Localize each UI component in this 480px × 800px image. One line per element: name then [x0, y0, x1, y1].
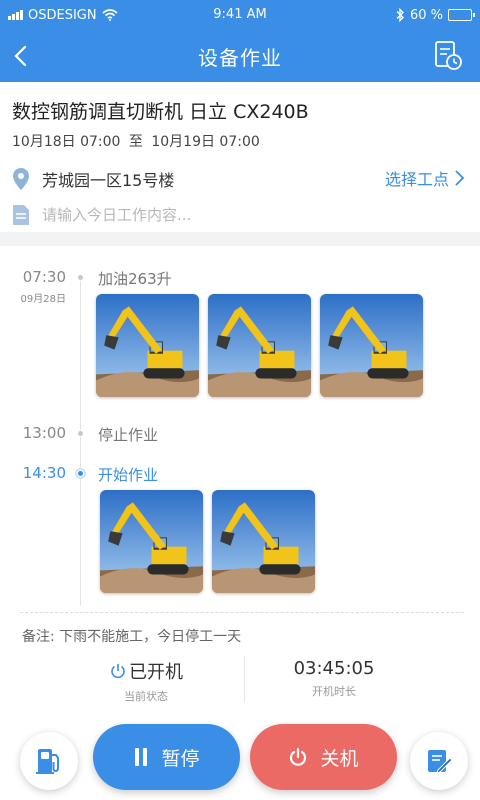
- timeline-dot-active: [77, 470, 84, 477]
- run-duration: 03:45:05 开机时长: [234, 658, 434, 699]
- range-separator: 至: [128, 134, 143, 150]
- pause-icon: [135, 748, 148, 766]
- timeline-line: [80, 276, 81, 606]
- work-content-input[interactable]: [42, 206, 442, 224]
- wifi-icon: [102, 9, 118, 21]
- entry-time: 13:00: [22, 424, 66, 442]
- current-state-value-row: 已开机: [46, 658, 246, 684]
- entry-text: 加油263升: [98, 270, 172, 288]
- entry-text: 停止作业: [98, 426, 159, 444]
- remark-divider: [20, 612, 464, 613]
- photo-row: [100, 490, 315, 593]
- timeline-dot: [77, 430, 84, 437]
- edit-note-button[interactable]: [410, 732, 468, 790]
- edit-note-icon: [428, 750, 453, 774]
- photo-row: [96, 294, 423, 397]
- section-divider: [0, 232, 480, 246]
- start-time: 10月18日 07:00: [12, 134, 121, 150]
- photo-thumbnail[interactable]: [212, 490, 315, 593]
- back-button[interactable]: [4, 40, 36, 72]
- document-icon: [13, 205, 29, 225]
- entry-time: 14:30: [22, 464, 66, 482]
- page-title: 设备作业: [198, 45, 282, 70]
- photo-thumbnail[interactable]: [96, 294, 199, 397]
- run-duration-label: 开机时长: [312, 685, 356, 698]
- status-left: OSDESIGN: [8, 8, 118, 23]
- work-time-range: 10月18日 07:00 至 10月19日 07:00: [12, 131, 260, 151]
- action-bar: 暂停 关机: [0, 712, 480, 800]
- carrier-label: OSDESIGN: [28, 7, 97, 23]
- current-state: 已开机 当前状态: [46, 658, 246, 704]
- pause-button[interactable]: 暂停: [93, 724, 240, 790]
- select-work-point-label: 选择工点: [384, 170, 449, 189]
- status-time: 9:41 AM: [213, 7, 267, 22]
- entry-text: 开始作业: [98, 466, 159, 484]
- nav-bar: 设备作业: [0, 30, 480, 82]
- status-right: 60 %: [395, 7, 475, 23]
- equipment-name: 数控钢筋调直切断机 日立 CX240B: [12, 101, 309, 123]
- current-state-label: 当前状态: [124, 690, 168, 703]
- machine-status: 已开机 当前状态 03:45:05 开机时长: [0, 652, 480, 708]
- photo-thumbnail[interactable]: [100, 490, 203, 593]
- photo-thumbnail[interactable]: [320, 294, 423, 397]
- power-icon: [290, 747, 307, 766]
- battery-percent: 60 %: [409, 7, 443, 23]
- shutdown-label: 关机: [320, 747, 359, 770]
- entry-date: 09月28日: [20, 294, 66, 305]
- battery-icon: [448, 9, 475, 21]
- select-work-point-button[interactable]: 选择工点: [385, 166, 464, 190]
- shutdown-button[interactable]: 关机: [250, 724, 397, 790]
- end-time: 10月19日 07:00: [151, 134, 260, 150]
- signal-bars-icon: [8, 10, 23, 20]
- note-row: [12, 202, 468, 228]
- document-clock-icon: [435, 41, 462, 70]
- fuel-button[interactable]: [20, 732, 78, 790]
- app-header: OSDESIGN 9:41 AM 60 % 设备作业: [0, 0, 480, 82]
- location-row: 芳城园一区15号楼 选择工点: [12, 166, 468, 192]
- current-state-value: 已开机: [129, 662, 183, 683]
- records-button[interactable]: [432, 39, 464, 71]
- power-icon: [111, 664, 125, 679]
- run-duration-value: 03:45:05: [293, 658, 375, 679]
- status-bar: OSDESIGN 9:41 AM 60 %: [0, 0, 480, 30]
- photo-thumbnail[interactable]: [208, 294, 311, 397]
- pause-label: 暂停: [161, 747, 200, 770]
- timeline-dot: [77, 274, 84, 281]
- bluetooth-icon: [396, 8, 404, 22]
- chevron-left-icon: [14, 45, 27, 67]
- location-address: 芳城园一区15号楼: [42, 171, 175, 190]
- fuel-pump-icon: [36, 749, 59, 774]
- remark-text: 备注: 下雨不能施工，今日停工一天: [22, 629, 242, 645]
- activity-timeline: 07:30 09月28日 加油263升 13:00 停止作业 14:30 开始作…: [0, 246, 480, 616]
- location-pin-icon: [13, 168, 29, 190]
- chevron-right-icon: [455, 170, 464, 186]
- entry-time: 07:30: [22, 268, 66, 286]
- equipment-info: 数控钢筋调直切断机 日立 CX240B 10月18日 07:00 至 10月19…: [0, 82, 480, 232]
